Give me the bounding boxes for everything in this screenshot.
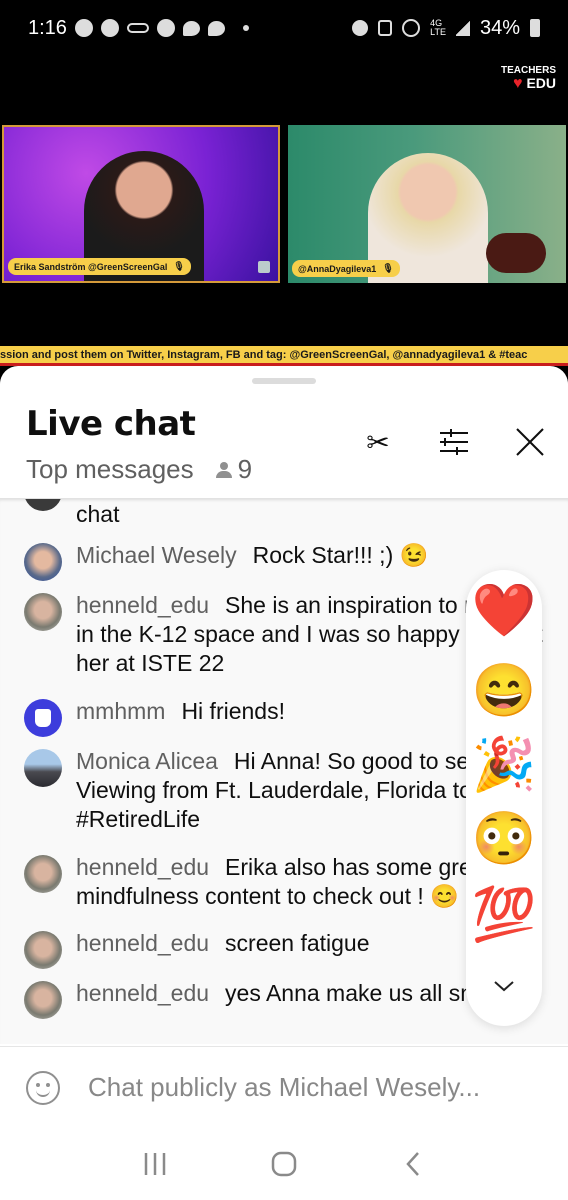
4g-lte-icon: 4G LTE [430, 18, 446, 37]
system-nav-bar [0, 1128, 568, 1200]
messenger-icon [156, 19, 175, 37]
reaction-picker: ❤️ 😄 🎉 😳 💯 [466, 570, 542, 1026]
notification-icons [74, 19, 249, 37]
home-icon [271, 1151, 297, 1177]
reaction-party[interactable]: 🎉 [472, 732, 537, 796]
back-button[interactable] [393, 1144, 433, 1184]
settings-button[interactable] [436, 424, 472, 460]
message-author[interactable]: henneld_edu [76, 592, 209, 618]
signal-icon [455, 20, 470, 36]
chrome-icon [74, 19, 93, 37]
avatar[interactable] [24, 981, 62, 1019]
voicemail-icon [126, 23, 149, 33]
battery-icon [530, 19, 540, 37]
avatar[interactable] [24, 543, 62, 581]
alarm-icon [352, 20, 369, 36]
camera-feed-right: @AnnaDyagileva1 🎙 [288, 125, 566, 283]
home-button[interactable] [264, 1144, 304, 1184]
reaction-heart[interactable]: ❤️ [472, 578, 537, 642]
name-tag: @AnnaDyagileva1 🎙 [292, 260, 400, 277]
message-author[interactable]: mmhmm [76, 698, 165, 724]
avatar[interactable] [24, 593, 62, 631]
status-time: 1:16 [28, 16, 67, 39]
dot-icon [242, 25, 249, 31]
chat-bubble-icon [207, 20, 225, 36]
chat-message: Michael Wesely Rock Star!!! ;) 😉 [24, 541, 544, 581]
recents-icon [144, 1153, 165, 1175]
clip-button[interactable]: ✂ [360, 424, 396, 460]
mic-icon: 🎙 [382, 263, 394, 273]
close-button[interactable] [512, 424, 548, 460]
hotspot-icon [402, 19, 421, 37]
person-icon [215, 461, 232, 478]
scissors-icon: ✂ [366, 426, 390, 458]
channel-brand: TEACHERS ♥ EDU [501, 64, 556, 92]
chat-input[interactable] [88, 1072, 548, 1103]
message-author[interactable]: Michael Wesely [76, 542, 237, 568]
message-author[interactable]: henneld_edu [76, 980, 209, 1006]
drag-handle[interactable] [252, 378, 316, 384]
avatar[interactable] [24, 855, 62, 893]
back-icon [406, 1152, 420, 1176]
message-text: Rock Star!!! ;) 😉 [252, 542, 429, 568]
chat-mode-selector[interactable]: Top messages [26, 454, 194, 485]
avatar[interactable] [24, 699, 62, 737]
close-icon [516, 428, 544, 456]
reaction-hundred[interactable]: 💯 [472, 882, 537, 946]
video-player[interactable]: TEACHERS ♥ EDU Erika Sandström @GreenScre… [0, 56, 568, 366]
reaction-grin[interactable]: 😄 [472, 658, 537, 722]
reaction-flushed[interactable]: 😳 [472, 806, 537, 870]
heart-icon: ♥ [512, 75, 523, 92]
avatar[interactable] [24, 931, 62, 969]
battery-percent: 34% [479, 16, 520, 39]
status-bar: 1:16 4G LTE 34% [0, 0, 568, 56]
mute-icon [378, 20, 393, 36]
ticker-banner: ssion and post them on Twitter, Instagra… [0, 346, 568, 366]
chat-bubble-icon [182, 20, 200, 36]
brand-bottom-text: EDU [526, 75, 556, 91]
name-tag: Erika Sandström @GreenScreenGal 🎙 [8, 258, 191, 275]
tune-icon [440, 429, 468, 455]
message-text: Hi friends! [181, 698, 285, 724]
recents-button[interactable] [135, 1144, 175, 1184]
system-icons: 4G LTE 34% [352, 17, 540, 40]
panel-title: Live chat [26, 404, 196, 444]
camera-feed-left: Erika Sandström @GreenScreenGal 🎙 [2, 125, 280, 283]
live-chat-panel: Live chat Top messages 9 ✂ chat Michael … [0, 366, 568, 1200]
avatar[interactable] [24, 749, 62, 787]
message-text: screen fatigue [225, 930, 370, 956]
avatar[interactable] [24, 499, 62, 511]
chevron-down-icon[interactable] [492, 974, 516, 998]
messenger-icon [100, 19, 119, 37]
mmhmm-logo-icon [258, 261, 270, 273]
message-author[interactable]: Monica Alicea [76, 748, 218, 774]
viewer-count: 9 [215, 454, 252, 485]
emoji-icon[interactable] [26, 1070, 60, 1105]
message-author[interactable]: henneld_edu [76, 854, 209, 880]
chat-message: chat [24, 499, 544, 529]
chat-input-bar [0, 1046, 568, 1128]
mic-icon: 🎙 [173, 261, 185, 271]
microphone-image [486, 233, 546, 273]
message-author[interactable]: henneld_edu [76, 930, 209, 956]
